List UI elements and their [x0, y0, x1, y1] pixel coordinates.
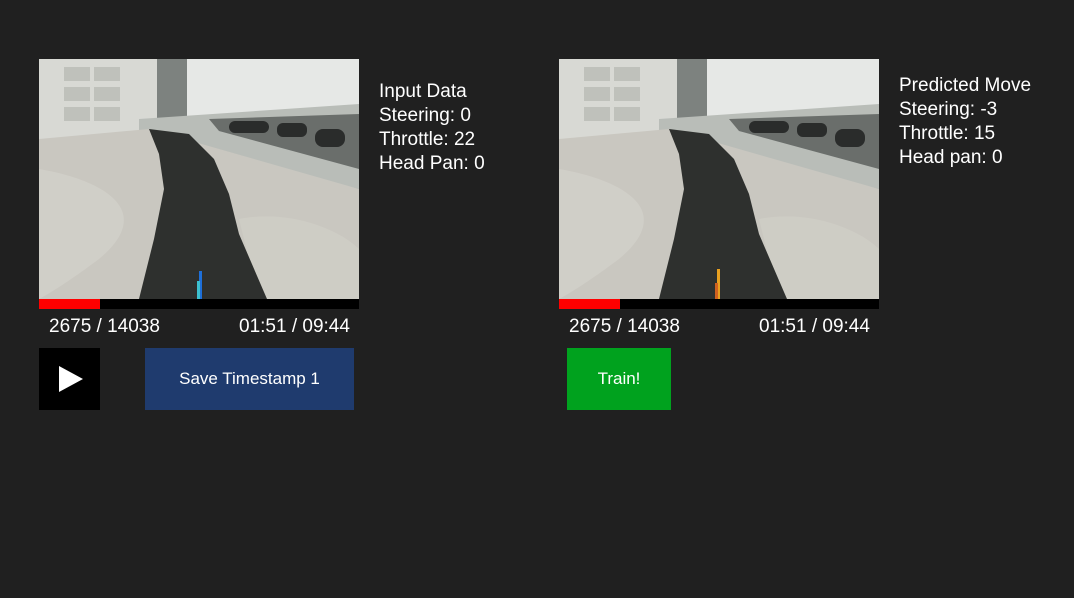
- predicted-move-title: Predicted Move: [899, 75, 1032, 96]
- input-progress-fill: [39, 299, 100, 309]
- input-data-title: Input Data: [379, 81, 467, 102]
- input-throttle-value: Throttle: 22: [379, 129, 476, 150]
- predicted-progress-fill: [559, 299, 620, 309]
- input-camera-frame: [39, 59, 359, 299]
- predicted-throttle-value: Throttle: 15: [899, 123, 996, 144]
- save-timestamp-button[interactable]: Save Timestamp 1: [145, 348, 354, 410]
- predicted-steering-value: Steering: -3: [899, 99, 998, 120]
- predicted-head-pan-value: Head pan: 0: [899, 147, 1003, 168]
- input-time-counter: 01:51 / 09:44: [239, 316, 350, 337]
- predicted-move-panel: Predicted Move Steering: -3 Throttle: 15…: [899, 74, 1031, 170]
- predicted-frame-counter: 2675 / 14038: [569, 316, 680, 337]
- predicted-time-counter: 01:51 / 09:44: [759, 316, 870, 337]
- app-window: 2675 / 14038 01:51 / 09:44 Input Data St…: [0, 0, 1074, 598]
- input-steering-value: Steering: 0: [379, 105, 471, 126]
- predicted-progress-bar[interactable]: [559, 299, 879, 309]
- predicted-camera-frame: [559, 59, 879, 299]
- camera-image: [559, 59, 879, 299]
- input-frame-counter: 2675 / 14038: [49, 316, 160, 337]
- play-button[interactable]: [39, 348, 100, 410]
- input-progress-bar[interactable]: [39, 299, 359, 309]
- input-head-pan-value: Head Pan: 0: [379, 153, 485, 174]
- train-button[interactable]: Train!: [567, 348, 671, 410]
- input-data-panel: Input Data Steering: 0 Throttle: 22 Head…: [379, 80, 485, 176]
- play-icon: [58, 366, 83, 392]
- camera-image: [39, 59, 359, 299]
